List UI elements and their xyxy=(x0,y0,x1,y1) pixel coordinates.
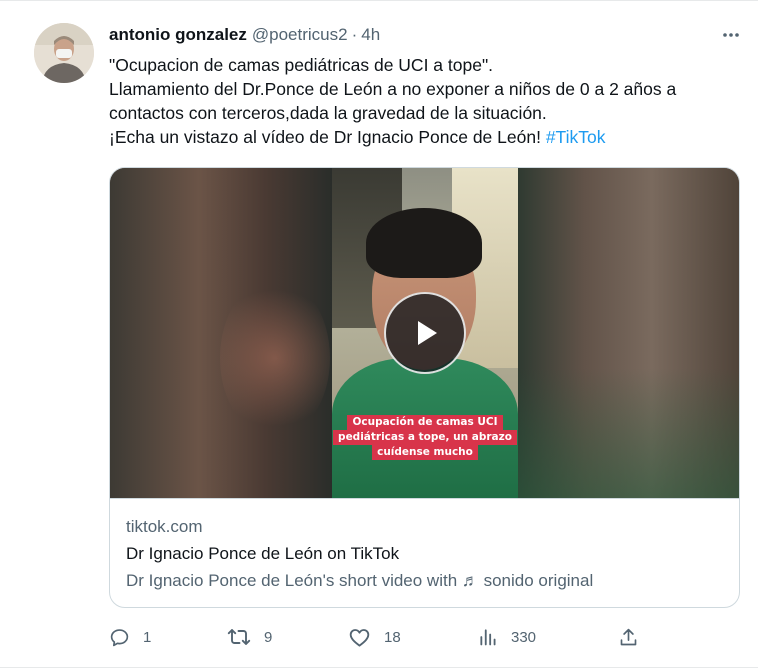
card-title: Dr Ignacio Ponce de León on TikTok xyxy=(126,544,400,563)
tweet-line: contactos con terceros,dada la gravedad … xyxy=(109,103,547,123)
more-options-button[interactable] xyxy=(717,23,745,47)
tweet[interactable]: antonio gonzalez @poetricus2 · 4h "Ocupa… xyxy=(0,0,758,668)
share-button[interactable] xyxy=(618,621,639,653)
tweet-actions: 1 9 18 330 xyxy=(0,621,758,653)
play-icon xyxy=(418,321,437,345)
blurred-background-right xyxy=(518,168,739,498)
heart-icon xyxy=(349,628,370,647)
views-count: 330 xyxy=(511,628,537,646)
tweet-line-text: ¡Echa un vistazo al vídeo de Dr Ignacio … xyxy=(109,127,546,147)
reply-icon xyxy=(110,628,129,646)
retweet-count: 9 xyxy=(264,628,273,646)
share-icon xyxy=(620,628,637,645)
views-icon xyxy=(480,629,496,646)
tweet-line: ¡Echa un vistazo al vídeo de Dr Ignacio … xyxy=(109,125,739,149)
avatar[interactable] xyxy=(34,23,94,83)
more-horizontal-icon xyxy=(723,33,739,37)
tweet-text: "Ocupacion de camas pediátricas de UCI a… xyxy=(109,53,739,149)
author-name[interactable]: antonio gonzalez xyxy=(109,25,247,45)
timestamp[interactable]: 4h xyxy=(361,25,380,45)
tweet-line: Llamamiento del Dr.Ponce de León a no ex… xyxy=(109,79,677,99)
video-caption-line: cuídense mucho xyxy=(372,445,478,460)
card-details[interactable]: tiktok.com Dr Ignacio Ponce de León on T… xyxy=(110,498,739,607)
reply-button[interactable]: 1 xyxy=(109,621,151,653)
card-domain: tiktok.com xyxy=(126,517,203,536)
like-button[interactable]: 18 xyxy=(348,621,401,653)
blurred-background-left xyxy=(110,168,332,498)
like-count: 18 xyxy=(384,628,401,646)
video-caption-line: Ocupación de camas UCI xyxy=(347,415,503,430)
hashtag-link[interactable]: #TikTok xyxy=(546,127,606,147)
link-card[interactable]: Ocupación de camas UCI pediátricas a top… xyxy=(109,167,740,608)
retweet-icon xyxy=(227,629,251,645)
card-description: Dr Ignacio Ponce de León's short video w… xyxy=(126,571,594,590)
tweet-line: "Ocupacion de camas pediátricas de UCI a… xyxy=(109,55,494,75)
video-thumbnail[interactable]: Ocupación de camas UCI pediátricas a top… xyxy=(110,168,739,498)
separator: · xyxy=(351,25,358,44)
views-button[interactable]: 330 xyxy=(478,621,536,653)
tweet-header: antonio gonzalez @poetricus2 · 4h xyxy=(109,23,380,47)
video-caption-line: pediátricas a tope, un abrazo xyxy=(333,430,517,445)
play-button[interactable] xyxy=(384,292,466,374)
retweet-button[interactable]: 9 xyxy=(227,621,272,653)
video-caption-overlay: Ocupación de camas UCI pediátricas a top… xyxy=(333,415,517,460)
reply-count: 1 xyxy=(143,628,152,646)
author-handle[interactable]: @poetricus2 xyxy=(252,25,348,45)
